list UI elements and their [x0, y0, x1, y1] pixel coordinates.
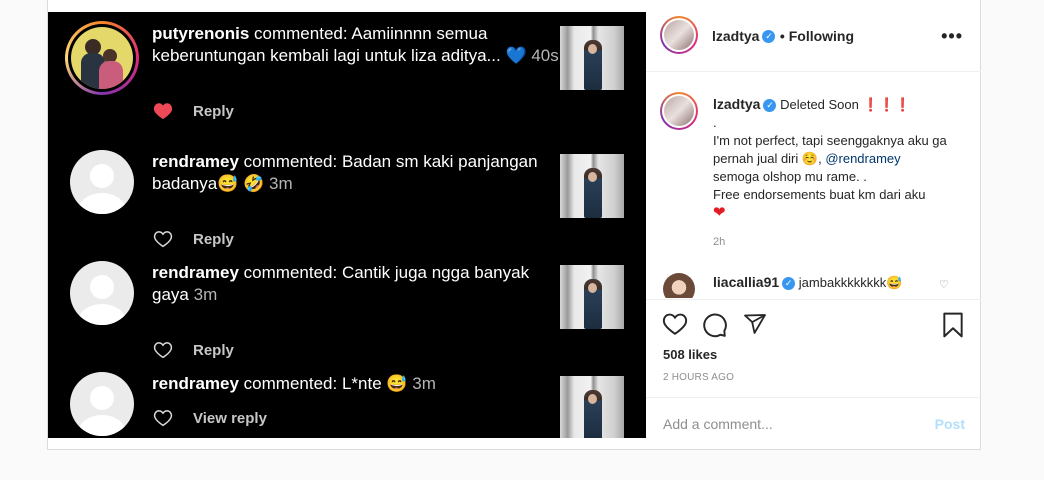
mention-link[interactable]: @rendramey [825, 151, 900, 166]
add-comment-input[interactable]: Add a comment... [663, 416, 773, 432]
following-button[interactable]: • Following [780, 28, 854, 44]
caption-title: Deleted Soon ❗❗❗ [780, 97, 912, 112]
comment-item: liacallia91 ✓ jambakkkkkkkk😅 ♡ [663, 270, 963, 298]
reply-button[interactable]: Reply [193, 342, 234, 359]
caption-line: Free endorsements buat km dari aku [713, 187, 926, 202]
caption-time: 2h [713, 236, 726, 248]
comment-username[interactable]: liacallia91 [713, 274, 779, 290]
post-sidebar: lzadtya ✓ • Following ••• lzadtya ✓ Delete… [646, 0, 981, 450]
verified-badge-icon: ✓ [763, 99, 777, 113]
reply-button[interactable]: Reply [193, 103, 234, 120]
comment-icon[interactable] [702, 312, 728, 338]
header-user-line: lzadtya ✓ • Following [712, 28, 854, 46]
post-timestamp: 2 HOURS AGO [663, 372, 735, 383]
comment-username[interactable]: rendramey [152, 152, 239, 171]
avatar[interactable] [65, 21, 139, 95]
post-thumbnail[interactable] [560, 376, 624, 438]
share-icon[interactable] [742, 312, 768, 336]
verified-badge-icon: ✓ [782, 277, 796, 291]
view-reply-button[interactable]: View reply [193, 410, 267, 427]
header-username[interactable]: lzadtya [712, 28, 759, 44]
caption-username[interactable]: lzadtya [713, 96, 760, 112]
likes-count[interactable]: 508 likes [663, 347, 717, 362]
comment-time: 40s [531, 46, 559, 65]
post-button[interactable]: Post [935, 416, 965, 432]
post-thumbnail[interactable] [560, 154, 624, 218]
comment-username[interactable]: rendramey [152, 374, 239, 393]
post-header: lzadtya ✓ • Following ••• [646, 0, 981, 72]
comment-row: putyrenonis commented: Aamiinnnn semua k… [48, 17, 646, 127]
comment-actions: View reply [153, 408, 267, 428]
caption: lzadtya ✓ Deleted Soon ❗❗❗ . I'm not perf… [713, 95, 963, 222]
avatar[interactable] [70, 372, 134, 436]
action-bar [662, 312, 967, 340]
comment-time: 3m [269, 174, 293, 193]
like-comment-icon[interactable]: ♡ [939, 278, 949, 291]
comment-body: jambakkkkkkkk😅 [798, 275, 903, 290]
caption-line: semoga olshop mu rame. . [713, 169, 867, 184]
post-media[interactable]: putyrenonis commented: Aamiinnnn semua k… [48, 12, 646, 438]
avatar[interactable] [660, 92, 698, 130]
divider [646, 299, 981, 300]
comment-time: 3m [412, 374, 436, 393]
avatar[interactable] [660, 16, 698, 54]
heart-outline-icon[interactable] [153, 230, 173, 248]
post-thumbnail[interactable] [560, 265, 624, 329]
avatar[interactable] [70, 150, 134, 214]
post-thumbnail[interactable] [560, 26, 624, 90]
comment-username[interactable]: rendramey [152, 263, 239, 282]
comment-verb: commented: [243, 152, 338, 171]
avatar[interactable] [70, 261, 134, 325]
comment-text: putyrenonis commented: Aamiinnnn semua k… [152, 23, 562, 67]
caption-line: I'm not perfect, tapi seenggaknya aku ga… [713, 132, 963, 168]
avatar[interactable] [663, 273, 695, 298]
comment-actions: Reply [153, 101, 234, 121]
caption-line: . [713, 115, 717, 130]
verified-badge-icon: ✓ [762, 30, 776, 44]
comment-row: rendramey commented: Cantik juga ngga ba… [48, 256, 646, 366]
comment-actions: Reply [153, 229, 234, 249]
heart-filled-icon[interactable] [153, 102, 173, 120]
comment-time: 3m [193, 285, 218, 304]
heart-emoji: ❤ [713, 204, 726, 221]
add-comment-bar: Add a comment... Post [646, 397, 981, 449]
bookmark-icon[interactable] [942, 312, 964, 338]
comment-row: rendramey commented: Badan sm kaki panja… [48, 145, 646, 255]
heart-outline-icon[interactable] [153, 409, 173, 427]
heart-icon[interactable] [662, 312, 688, 336]
reply-button[interactable]: Reply [193, 231, 234, 248]
comment-verb: commented: [243, 263, 338, 282]
comment-verb: commented: [254, 24, 348, 43]
comment-row: rendramey commented: L*nte 😅 3m View rep… [48, 367, 646, 438]
comment-username[interactable]: putyrenonis [152, 24, 249, 43]
more-options-icon[interactable]: ••• [941, 26, 963, 47]
comment-text: rendramey commented: L*nte 😅 3m [152, 373, 562, 395]
comment-text: rendramey commented: Badan sm kaki panja… [152, 151, 562, 195]
comment-actions: Reply [153, 340, 234, 360]
comment-text: rendramey commented: Cantik juga ngga ba… [152, 262, 562, 306]
comment-verb: commented: [243, 374, 338, 393]
heart-outline-icon[interactable] [153, 341, 173, 359]
comment-body: L*nte 😅 [341, 374, 408, 393]
